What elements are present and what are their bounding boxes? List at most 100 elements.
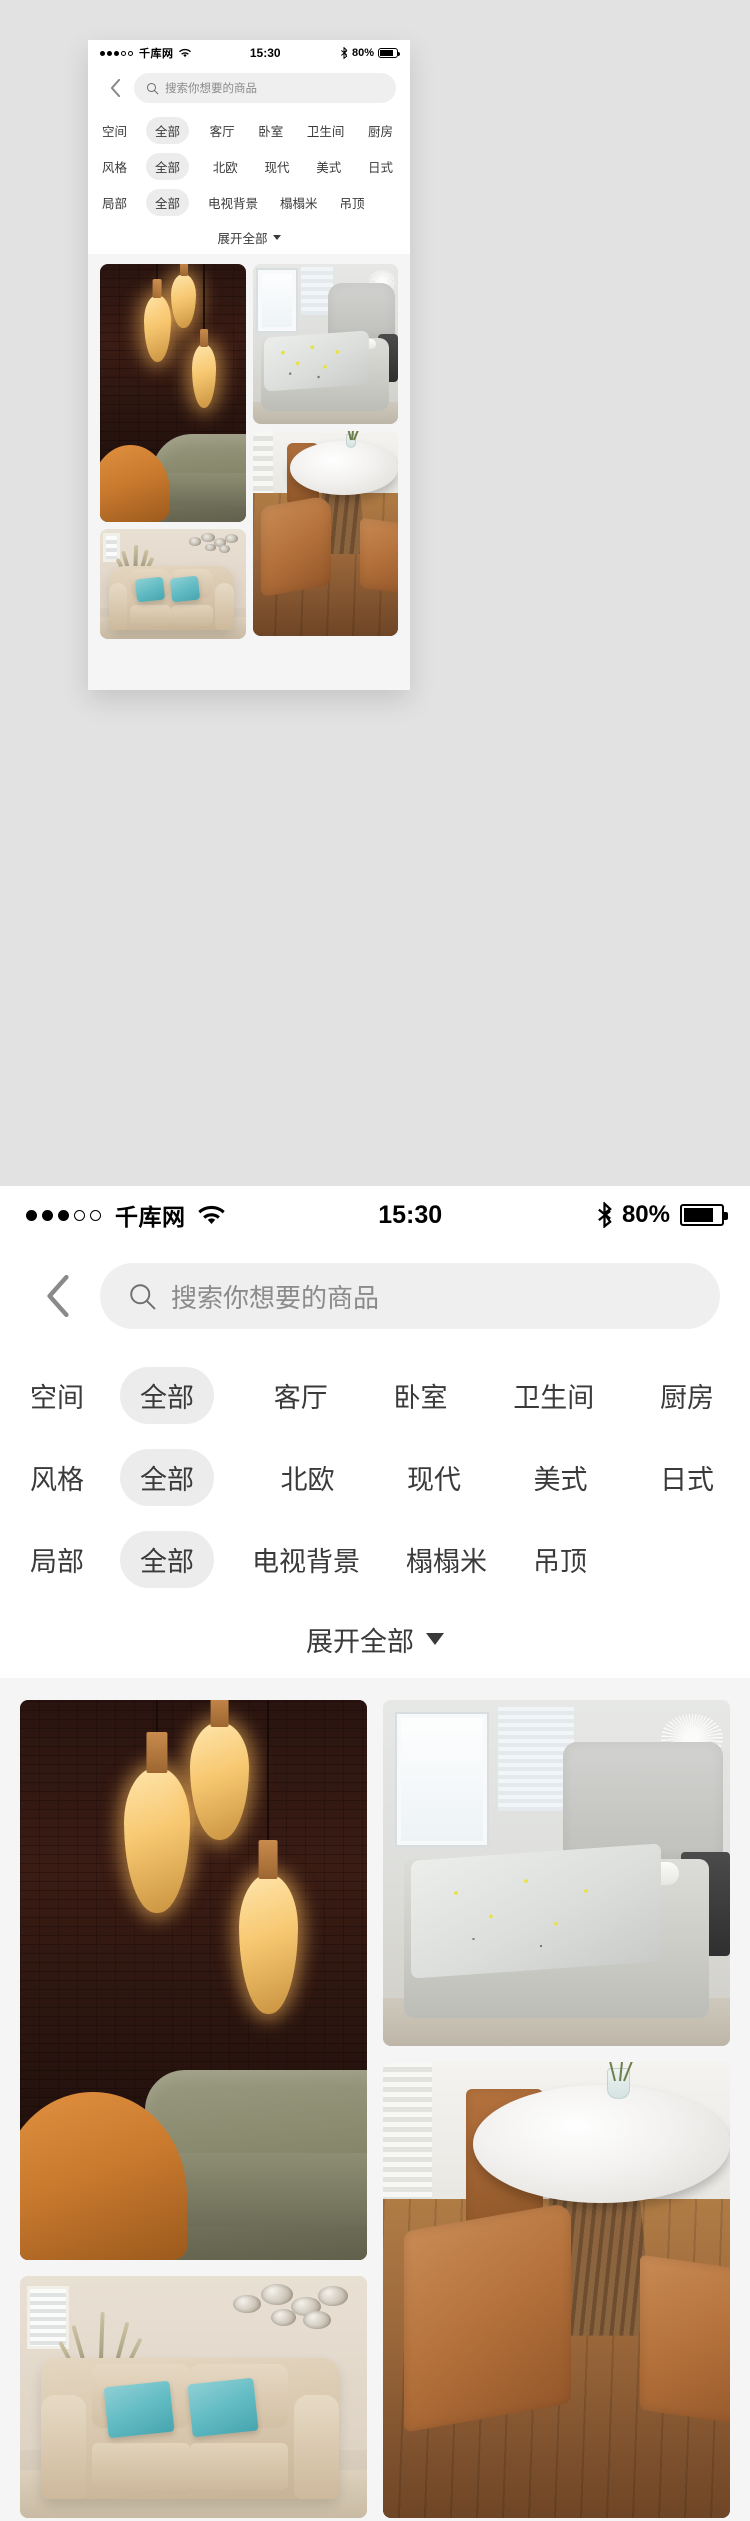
gallery-column-left-large <box>20 1700 367 2518</box>
filter-label-style-large: 风格 <box>30 1464 84 1495</box>
filter-label-detail-large: 局部 <box>30 1546 84 1577</box>
status-bar-left: 千库网 <box>100 45 191 61</box>
filter-chip-style-0[interactable]: 全部 <box>146 152 190 180</box>
filter-label-style: 风格 <box>102 160 128 175</box>
gallery-tile-beige-sofa-large[interactable] <box>20 2276 367 2518</box>
battery-cap-large <box>724 1212 728 1220</box>
filter-row-style: 风格 全部 北欧 现代 美式 日式 <box>102 148 396 184</box>
filter-chip-style-large-2[interactable]: 现代 <box>401 1449 467 1506</box>
gallery-tile-beige-sofa[interactable] <box>100 529 246 639</box>
signal-strength-icon-large <box>26 1209 101 1221</box>
marble-dining-table-photo-large <box>383 2062 730 2518</box>
filter-row-space: 空间 全部 客厅 卧室 卫生间 厨房 <box>102 112 396 148</box>
filter-chip-space-large-1[interactable]: 客厅 <box>268 1367 334 1424</box>
bluetooth-icon-large <box>596 1202 613 1228</box>
filter-options-style-large: 全部 北欧 现代 美式 日式 <box>112 1448 720 1506</box>
filter-options-detail: 全部 电视背景 榻榻米 吊顶 <box>142 188 396 216</box>
filter-chip-space-1[interactable]: 客厅 <box>207 117 238 144</box>
search-icon-large <box>128 1282 157 1311</box>
search-input[interactable]: 搜索你想要的商品 <box>134 73 396 103</box>
battery-percent-large: 80% <box>621 1201 670 1228</box>
filter-section-large: 空间 全部 客厅 卧室 卫生间 厨房 风格 全部 北欧 现代 美式 日式 局部 … <box>0 1348 750 1678</box>
battery-fill <box>380 50 393 56</box>
image-gallery-large <box>0 1678 750 2521</box>
battery-icon <box>378 48 400 58</box>
expand-all-button-large[interactable]: 展开全部 <box>306 1620 444 1659</box>
battery-percent: 80% <box>351 47 374 59</box>
filter-chip-style-large-4[interactable]: 日式 <box>654 1449 720 1506</box>
filter-chip-detail-0[interactable]: 全部 <box>146 188 190 216</box>
expand-all-row: 展开全部 <box>102 220 396 254</box>
chevron-left-icon <box>110 79 120 97</box>
expand-all-label-large: 展开全部 <box>306 1626 414 1657</box>
filter-label-space: 空间 <box>102 124 128 139</box>
filter-chip-detail-large-3[interactable]: 吊顶 <box>527 1531 593 1588</box>
marble-dining-table-photo <box>252 431 398 636</box>
status-time: 15:30 <box>249 46 281 60</box>
filter-chip-style-4[interactable]: 日式 <box>365 153 396 180</box>
beige-sofa-teal-pillows-photo-large <box>20 2276 367 2518</box>
chevron-left-icon-large <box>47 1275 69 1317</box>
filter-chip-space-0[interactable]: 全部 <box>146 116 190 144</box>
gallery-tile-bedroom[interactable] <box>252 264 398 424</box>
back-button[interactable] <box>102 75 128 101</box>
status-bar-large-left: 千库网 <box>26 1198 225 1232</box>
grey-bedroom-photo <box>252 264 398 424</box>
preview-phone-card: 千库网 15:30 80% 搜索你想要的商品 空间 全部 客厅 卧室 卫生间 厨… <box>88 40 410 690</box>
status-bar-right: 80% <box>340 47 400 59</box>
filter-chip-detail-3[interactable]: 吊顶 <box>337 189 368 216</box>
gallery-column-right <box>252 264 398 636</box>
filter-chip-style-large-3[interactable]: 美式 <box>528 1449 594 1506</box>
filter-chip-detail-1[interactable]: 电视背景 <box>205 189 261 216</box>
filter-chip-space-large-2[interactable]: 卧室 <box>388 1367 454 1424</box>
filter-section: 空间 全部 客厅 卧室 卫生间 厨房 风格 全部 北欧 现代 美式 日式 局部 … <box>88 110 410 254</box>
filter-chip-style-large-0[interactable]: 全部 <box>120 1448 214 1506</box>
status-time-large: 15:30 <box>378 1200 443 1229</box>
battery-icon-large <box>680 1204 728 1226</box>
fullsize-phone-mock: 千库网 15:30 80% 搜索你想要的商品 空间 全部 客厅 卧室 卫生间 厨… <box>0 1186 750 2521</box>
filter-label-space-large: 空间 <box>30 1382 84 1413</box>
filter-chip-detail-2[interactable]: 榻榻米 <box>277 189 321 216</box>
filter-options-space: 全部 客厅 卧室 卫生间 厨房 <box>142 116 396 144</box>
gallery-tile-dining-table-large[interactable] <box>383 2062 730 2518</box>
expand-all-button[interactable]: 展开全部 <box>217 228 281 247</box>
screenshot-root: 千库网 15:30 80% 搜索你想要的商品 空间 全部 客厅 卧室 卫生间 厨… <box>0 0 750 2521</box>
filter-chip-detail-large-1[interactable]: 电视背景 <box>246 1531 366 1588</box>
expand-all-row-large: 展开全部 <box>30 1600 720 1678</box>
beige-sofa-teal-pillows-photo <box>100 529 246 639</box>
status-bar-large-right: 80% <box>596 1201 728 1229</box>
back-button-large[interactable] <box>30 1268 86 1324</box>
filter-row-detail-large: 局部 全部 电视背景 榻榻米 吊顶 <box>30 1518 720 1600</box>
carrier-name-large: 千库网 <box>115 1204 186 1230</box>
gallery-column-left <box>100 264 246 639</box>
filter-row-style-large: 风格 全部 北欧 现代 美式 日式 <box>30 1436 720 1518</box>
filter-chip-style-2[interactable]: 现代 <box>261 153 292 180</box>
bluetooth-icon <box>340 47 348 59</box>
gallery-tile-pendant-lights-large[interactable] <box>20 1700 367 2260</box>
filter-chip-space-3[interactable]: 卫生间 <box>304 117 348 144</box>
filter-chip-detail-large-2[interactable]: 榻榻米 <box>400 1531 493 1588</box>
search-placeholder-text: 搜索你想要的商品 <box>165 83 257 95</box>
caret-down-icon-large <box>426 1633 444 1645</box>
filter-chip-style-large-1[interactable]: 北欧 <box>275 1449 341 1506</box>
gallery-tile-bedroom-large[interactable] <box>383 1700 730 2046</box>
battery-cap <box>398 52 400 56</box>
filter-chip-space-large-0[interactable]: 全部 <box>120 1366 214 1424</box>
gallery-tile-pendant-lights[interactable] <box>100 264 246 522</box>
signal-strength-icon <box>100 50 133 56</box>
preview-phone-ui: 千库网 15:30 80% 搜索你想要的商品 空间 全部 客厅 卧室 卫生间 厨… <box>88 40 410 690</box>
filter-chip-style-1[interactable]: 北欧 <box>210 153 241 180</box>
filter-chip-detail-large-0[interactable]: 全部 <box>120 1530 214 1588</box>
filter-row-space-large: 空间 全部 客厅 卧室 卫生间 厨房 <box>30 1354 720 1436</box>
gallery-column-right-large <box>383 1700 730 2518</box>
gallery-tile-dining-table[interactable] <box>252 431 398 636</box>
filter-options-style: 全部 北欧 现代 美式 日式 <box>142 152 396 180</box>
filter-chip-style-3[interactable]: 美式 <box>313 153 344 180</box>
filter-chip-space-2[interactable]: 卧室 <box>255 117 286 144</box>
carrier-name: 千库网 <box>139 48 174 60</box>
filter-chip-space-large-4[interactable]: 厨房 <box>654 1367 720 1424</box>
fullsize-phone-ui: 千库网 15:30 80% 搜索你想要的商品 空间 全部 客厅 卧室 卫生间 厨… <box>0 1186 750 2521</box>
search-input-large[interactable]: 搜索你想要的商品 <box>100 1263 720 1329</box>
filter-chip-space-large-3[interactable]: 卫生间 <box>507 1367 600 1424</box>
filter-chip-space-4[interactable]: 厨房 <box>365 117 396 144</box>
